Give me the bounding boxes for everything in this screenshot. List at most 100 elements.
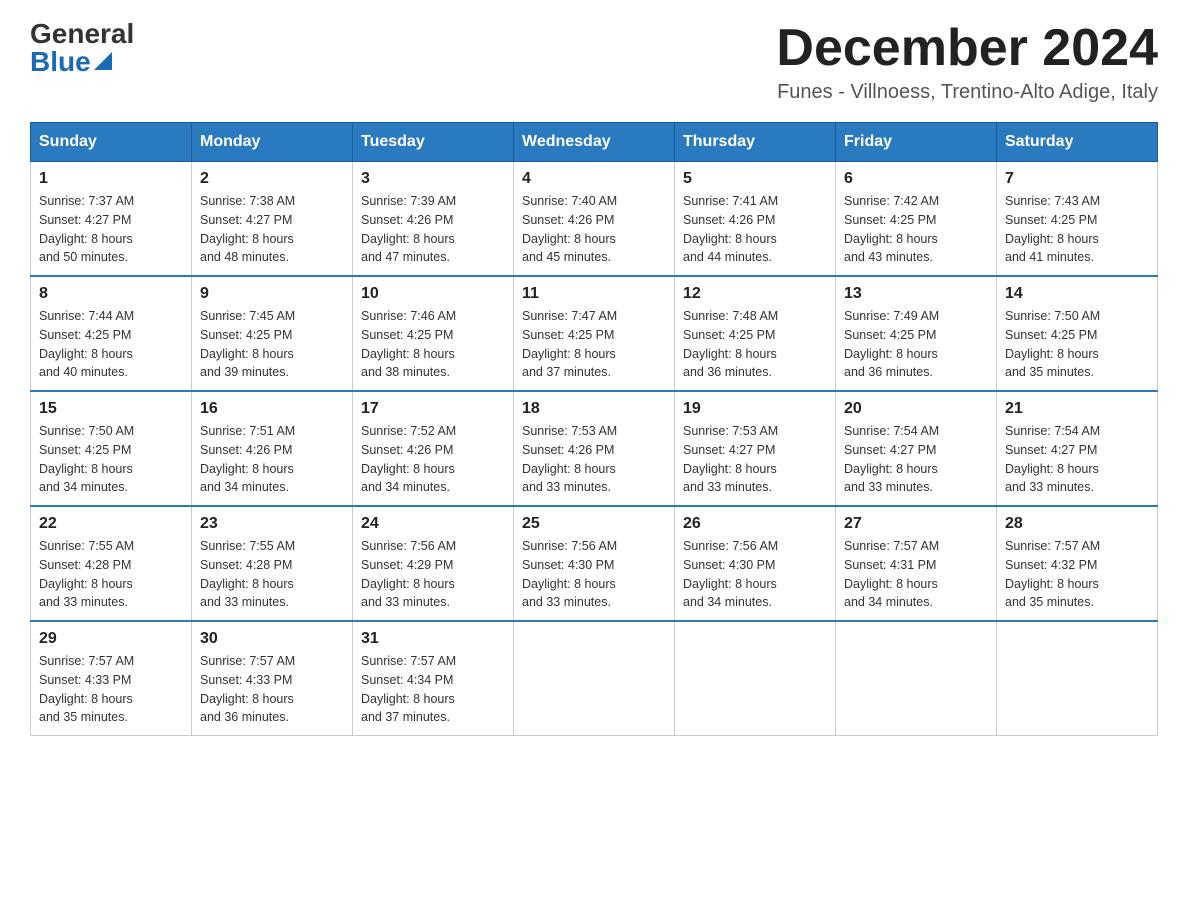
calendar-cell: 2 Sunrise: 7:38 AM Sunset: 4:27 PM Dayli…	[192, 162, 353, 277]
day-info: Sunrise: 7:49 AM Sunset: 4:25 PM Dayligh…	[844, 307, 988, 382]
calendar-week-row: 1 Sunrise: 7:37 AM Sunset: 4:27 PM Dayli…	[31, 162, 1158, 277]
logo-blue-text: Blue	[30, 48, 91, 76]
calendar-table: SundayMondayTuesdayWednesdayThursdayFrid…	[30, 122, 1158, 736]
day-info: Sunrise: 7:57 AM Sunset: 4:33 PM Dayligh…	[200, 652, 344, 727]
calendar-header-friday: Friday	[836, 123, 997, 162]
day-info: Sunrise: 7:45 AM Sunset: 4:25 PM Dayligh…	[200, 307, 344, 382]
calendar-cell: 25 Sunrise: 7:56 AM Sunset: 4:30 PM Dayl…	[514, 506, 675, 621]
logo-general-text: General	[30, 20, 134, 48]
day-info: Sunrise: 7:43 AM Sunset: 4:25 PM Dayligh…	[1005, 192, 1149, 267]
day-info: Sunrise: 7:44 AM Sunset: 4:25 PM Dayligh…	[39, 307, 183, 382]
day-number: 14	[1005, 285, 1149, 303]
calendar-cell: 4 Sunrise: 7:40 AM Sunset: 4:26 PM Dayli…	[514, 162, 675, 277]
calendar-cell: 8 Sunrise: 7:44 AM Sunset: 4:25 PM Dayli…	[31, 276, 192, 391]
calendar-cell: 1 Sunrise: 7:37 AM Sunset: 4:27 PM Dayli…	[31, 162, 192, 277]
day-info: Sunrise: 7:57 AM Sunset: 4:33 PM Dayligh…	[39, 652, 183, 727]
day-info: Sunrise: 7:47 AM Sunset: 4:25 PM Dayligh…	[522, 307, 666, 382]
calendar-cell: 14 Sunrise: 7:50 AM Sunset: 4:25 PM Dayl…	[997, 276, 1158, 391]
calendar-cell: 21 Sunrise: 7:54 AM Sunset: 4:27 PM Dayl…	[997, 391, 1158, 506]
calendar-cell: 29 Sunrise: 7:57 AM Sunset: 4:33 PM Dayl…	[31, 621, 192, 736]
day-number: 5	[683, 170, 827, 188]
day-info: Sunrise: 7:56 AM Sunset: 4:30 PM Dayligh…	[522, 537, 666, 612]
calendar-cell: 27 Sunrise: 7:57 AM Sunset: 4:31 PM Dayl…	[836, 506, 997, 621]
day-number: 29	[39, 630, 183, 648]
calendar-cell: 17 Sunrise: 7:52 AM Sunset: 4:26 PM Dayl…	[353, 391, 514, 506]
day-info: Sunrise: 7:40 AM Sunset: 4:26 PM Dayligh…	[522, 192, 666, 267]
calendar-header-wednesday: Wednesday	[514, 123, 675, 162]
calendar-cell: 3 Sunrise: 7:39 AM Sunset: 4:26 PM Dayli…	[353, 162, 514, 277]
page-header: General Blue December 2024 Funes - Villn…	[30, 20, 1158, 104]
calendar-cell	[514, 621, 675, 736]
calendar-header-monday: Monday	[192, 123, 353, 162]
day-info: Sunrise: 7:37 AM Sunset: 4:27 PM Dayligh…	[39, 192, 183, 267]
calendar-cell: 31 Sunrise: 7:57 AM Sunset: 4:34 PM Dayl…	[353, 621, 514, 736]
calendar-header-tuesday: Tuesday	[353, 123, 514, 162]
day-info: Sunrise: 7:48 AM Sunset: 4:25 PM Dayligh…	[683, 307, 827, 382]
day-number: 20	[844, 400, 988, 418]
calendar-cell: 28 Sunrise: 7:57 AM Sunset: 4:32 PM Dayl…	[997, 506, 1158, 621]
calendar-cell: 24 Sunrise: 7:56 AM Sunset: 4:29 PM Dayl…	[353, 506, 514, 621]
day-number: 1	[39, 170, 183, 188]
day-info: Sunrise: 7:50 AM Sunset: 4:25 PM Dayligh…	[39, 422, 183, 497]
day-number: 25	[522, 515, 666, 533]
calendar-week-row: 15 Sunrise: 7:50 AM Sunset: 4:25 PM Dayl…	[31, 391, 1158, 506]
day-number: 17	[361, 400, 505, 418]
day-info: Sunrise: 7:50 AM Sunset: 4:25 PM Dayligh…	[1005, 307, 1149, 382]
calendar-week-row: 29 Sunrise: 7:57 AM Sunset: 4:33 PM Dayl…	[31, 621, 1158, 736]
day-info: Sunrise: 7:54 AM Sunset: 4:27 PM Dayligh…	[844, 422, 988, 497]
calendar-header-row: SundayMondayTuesdayWednesdayThursdayFrid…	[31, 123, 1158, 162]
calendar-cell: 13 Sunrise: 7:49 AM Sunset: 4:25 PM Dayl…	[836, 276, 997, 391]
calendar-cell: 19 Sunrise: 7:53 AM Sunset: 4:27 PM Dayl…	[675, 391, 836, 506]
day-number: 16	[200, 400, 344, 418]
day-number: 31	[361, 630, 505, 648]
day-info: Sunrise: 7:57 AM Sunset: 4:32 PM Dayligh…	[1005, 537, 1149, 612]
day-info: Sunrise: 7:38 AM Sunset: 4:27 PM Dayligh…	[200, 192, 344, 267]
day-info: Sunrise: 7:42 AM Sunset: 4:25 PM Dayligh…	[844, 192, 988, 267]
day-number: 12	[683, 285, 827, 303]
day-number: 3	[361, 170, 505, 188]
calendar-cell: 23 Sunrise: 7:55 AM Sunset: 4:28 PM Dayl…	[192, 506, 353, 621]
day-info: Sunrise: 7:53 AM Sunset: 4:26 PM Dayligh…	[522, 422, 666, 497]
day-number: 11	[522, 285, 666, 303]
day-number: 22	[39, 515, 183, 533]
calendar-cell	[836, 621, 997, 736]
calendar-cell: 10 Sunrise: 7:46 AM Sunset: 4:25 PM Dayl…	[353, 276, 514, 391]
day-number: 26	[683, 515, 827, 533]
calendar-cell: 12 Sunrise: 7:48 AM Sunset: 4:25 PM Dayl…	[675, 276, 836, 391]
calendar-cell: 18 Sunrise: 7:53 AM Sunset: 4:26 PM Dayl…	[514, 391, 675, 506]
calendar-cell: 26 Sunrise: 7:56 AM Sunset: 4:30 PM Dayl…	[675, 506, 836, 621]
month-year-title: December 2024	[776, 20, 1158, 77]
calendar-header-sunday: Sunday	[31, 123, 192, 162]
day-number: 21	[1005, 400, 1149, 418]
day-number: 15	[39, 400, 183, 418]
title-section: December 2024 Funes - Villnoess, Trentin…	[776, 20, 1158, 104]
calendar-cell: 5 Sunrise: 7:41 AM Sunset: 4:26 PM Dayli…	[675, 162, 836, 277]
logo: General Blue	[30, 20, 134, 76]
calendar-header-thursday: Thursday	[675, 123, 836, 162]
calendar-cell: 20 Sunrise: 7:54 AM Sunset: 4:27 PM Dayl…	[836, 391, 997, 506]
calendar-cell	[675, 621, 836, 736]
day-number: 10	[361, 285, 505, 303]
day-number: 19	[683, 400, 827, 418]
calendar-cell	[997, 621, 1158, 736]
location-subtitle: Funes - Villnoess, Trentino-Alto Adige, …	[776, 81, 1158, 104]
calendar-cell: 6 Sunrise: 7:42 AM Sunset: 4:25 PM Dayli…	[836, 162, 997, 277]
calendar-cell: 30 Sunrise: 7:57 AM Sunset: 4:33 PM Dayl…	[192, 621, 353, 736]
day-info: Sunrise: 7:55 AM Sunset: 4:28 PM Dayligh…	[200, 537, 344, 612]
day-number: 18	[522, 400, 666, 418]
day-number: 30	[200, 630, 344, 648]
day-number: 23	[200, 515, 344, 533]
day-info: Sunrise: 7:56 AM Sunset: 4:29 PM Dayligh…	[361, 537, 505, 612]
day-number: 13	[844, 285, 988, 303]
logo-triangle-icon	[94, 52, 112, 70]
day-info: Sunrise: 7:54 AM Sunset: 4:27 PM Dayligh…	[1005, 422, 1149, 497]
calendar-cell: 9 Sunrise: 7:45 AM Sunset: 4:25 PM Dayli…	[192, 276, 353, 391]
calendar-cell: 7 Sunrise: 7:43 AM Sunset: 4:25 PM Dayli…	[997, 162, 1158, 277]
day-info: Sunrise: 7:51 AM Sunset: 4:26 PM Dayligh…	[200, 422, 344, 497]
calendar-cell: 15 Sunrise: 7:50 AM Sunset: 4:25 PM Dayl…	[31, 391, 192, 506]
day-info: Sunrise: 7:57 AM Sunset: 4:34 PM Dayligh…	[361, 652, 505, 727]
day-info: Sunrise: 7:53 AM Sunset: 4:27 PM Dayligh…	[683, 422, 827, 497]
day-number: 28	[1005, 515, 1149, 533]
day-number: 8	[39, 285, 183, 303]
calendar-week-row: 22 Sunrise: 7:55 AM Sunset: 4:28 PM Dayl…	[31, 506, 1158, 621]
